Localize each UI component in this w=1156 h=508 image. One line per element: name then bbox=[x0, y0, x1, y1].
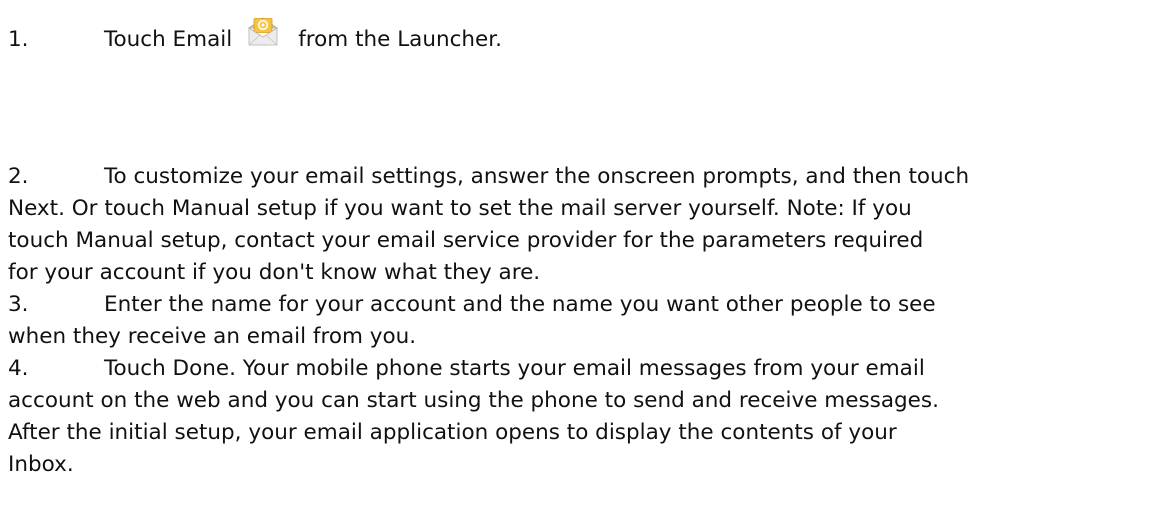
step-text-line: account on the web and you can start usi… bbox=[8, 388, 939, 413]
step-text-line: for your account if you don't know what … bbox=[8, 260, 541, 285]
step-2-line-4: for your account if you don't know what … bbox=[8, 257, 540, 289]
step-3-line-2: when they receive an email from you. bbox=[8, 321, 416, 353]
step-text-line: Touch Done. Your mobile phone starts you… bbox=[104, 356, 925, 381]
step-text-line: when they receive an email from you. bbox=[8, 324, 417, 349]
step-number: 2. bbox=[8, 164, 29, 189]
step-text-line: Enter the name for your account and the … bbox=[104, 292, 936, 317]
step-1: 1. Touch Email from the Launcher. bbox=[8, 17, 502, 52]
step-text: from the Launcher. bbox=[298, 27, 502, 52]
step-text: Touch Email bbox=[104, 27, 233, 52]
step-2: 2. To customize your email settings, answ… bbox=[8, 161, 969, 193]
step-number: 3. bbox=[8, 292, 29, 317]
step-text-line: Next. Or touch Manual setup if you want … bbox=[8, 196, 912, 221]
step-2-line-2: Next. Or touch Manual setup if you want … bbox=[8, 193, 912, 225]
step-4-line-4: Inbox. bbox=[8, 449, 74, 481]
step-number: 4. bbox=[8, 356, 29, 381]
step-text-line: Inbox. bbox=[8, 452, 74, 477]
step-2-line-3: touch Manual setup, contact your email s… bbox=[8, 225, 923, 257]
step-text-line: To customize your email settings, answer… bbox=[104, 164, 970, 189]
email-app-icon bbox=[246, 15, 280, 59]
step-4: 4. Touch Done. Your mobile phone starts y… bbox=[8, 353, 925, 385]
step-number: 1. bbox=[8, 27, 29, 52]
step-text-line: After the initial setup, your email appl… bbox=[8, 420, 897, 445]
step-text-line: touch Manual setup, contact your email s… bbox=[8, 228, 924, 253]
step-4-line-2: account on the web and you can start usi… bbox=[8, 385, 939, 417]
step-4-line-3: After the initial setup, your email appl… bbox=[8, 417, 897, 449]
step-3: 3. Enter the name for your account and th… bbox=[8, 289, 936, 321]
